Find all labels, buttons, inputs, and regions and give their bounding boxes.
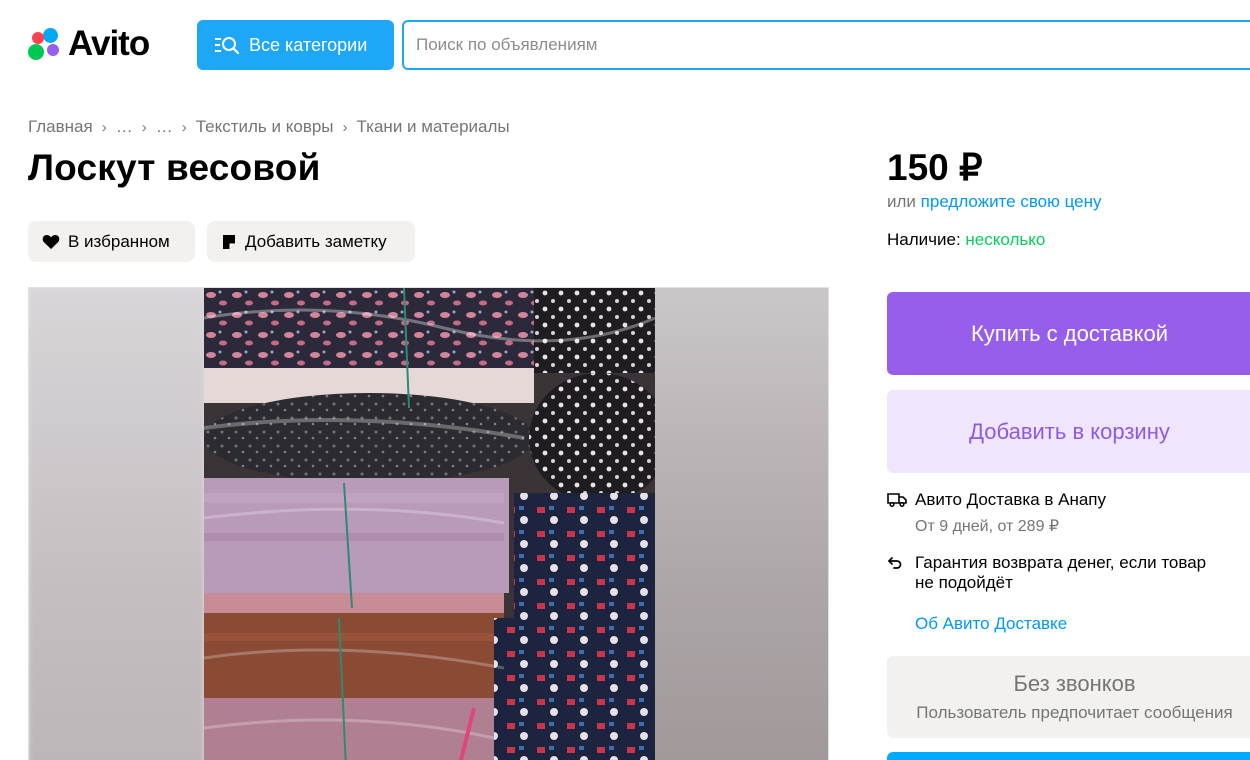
breadcrumb-item-textile[interactable]: Текстиль и ковры [196, 117, 334, 137]
favorite-label: В избранном [68, 231, 170, 251]
gallery-blur-right [653, 288, 828, 760]
all-categories-button[interactable]: Все категории [197, 20, 394, 70]
logo-dots-icon [28, 25, 66, 63]
guarantee-row: Гарантия возврата денег, если товар не п… [887, 553, 1206, 593]
buy-with-delivery-label: Купить с доставкой [970, 320, 1168, 346]
no-calls-subtitle: Пользователь предпочитает сообщения [916, 703, 1233, 722]
delivery-sub: От 9 дней, от 289 ₽ [915, 518, 1060, 535]
logo-text: Avito [68, 24, 150, 63]
note-icon [221, 234, 237, 250]
add-to-cart-button[interactable]: Добавить в корзину [887, 390, 1250, 473]
add-note-button[interactable]: Добавить заметку [207, 221, 415, 262]
breadcrumb-item-ellipsis[interactable]: … [156, 117, 173, 137]
search-box[interactable] [402, 20, 1250, 70]
about-delivery-link[interactable]: Об Авито Доставке [915, 614, 1067, 634]
menu-search-icon [215, 35, 241, 55]
gallery-blur-left [29, 288, 204, 760]
availability-row: Наличие: несколько [887, 230, 1045, 250]
heart-icon [42, 234, 60, 250]
buy-with-delivery-button[interactable]: Купить с доставкой [887, 292, 1250, 375]
avito-logo[interactable]: Avito [28, 24, 150, 64]
add-to-cart-label: Добавить в корзину [969, 418, 1170, 444]
listing-photo[interactable] [204, 288, 655, 760]
truck-icon [887, 490, 915, 508]
all-categories-label: Все категории [249, 34, 368, 55]
offer-prefix: или [887, 192, 916, 211]
guarantee-line1: Гарантия возврата денег, если товар [915, 553, 1207, 572]
offer-price-link[interactable]: предложите свою цену [921, 192, 1102, 211]
add-note-label: Добавить заметку [245, 231, 387, 251]
search-input[interactable] [416, 35, 1250, 55]
delivery-row: Авито Доставка в Анапу [887, 490, 1106, 510]
chevron-right-icon: › [141, 118, 147, 136]
availability-value: несколько [965, 230, 1046, 249]
page-title: Лоскут весовой [28, 147, 321, 188]
guarantee-text: Гарантия возврата денег, если товар не п… [915, 553, 1206, 593]
delivery-title: Авито Доставка в Анапу [915, 490, 1107, 509]
write-message-button[interactable] [887, 752, 1250, 760]
offer-price-row: или предложите свою цену [887, 192, 1102, 212]
chevron-right-icon: › [101, 118, 107, 136]
breadcrumb-item-ellipsis[interactable]: … [116, 117, 133, 137]
chevron-right-icon: › [181, 118, 187, 136]
guarantee-line2: не подойдёт [915, 573, 1013, 592]
price: 150 ₽ [887, 147, 983, 188]
chevron-right-icon: › [342, 118, 348, 136]
no-calls-title: Без звонков [1013, 671, 1136, 696]
breadcrumb: Главная › … › … › Текстиль и ковры › Тка… [28, 117, 510, 137]
no-calls-notice: Без звонков Пользователь предпочитает со… [887, 656, 1250, 738]
photo-gallery[interactable] [28, 287, 829, 760]
breadcrumb-item-home[interactable]: Главная [28, 117, 93, 137]
availability-label: Наличие: [887, 230, 961, 249]
favorite-button[interactable]: В избранном [28, 221, 195, 262]
breadcrumb-item-fabrics[interactable]: Ткани и материалы [357, 117, 510, 137]
return-arrow-icon [887, 553, 915, 569]
